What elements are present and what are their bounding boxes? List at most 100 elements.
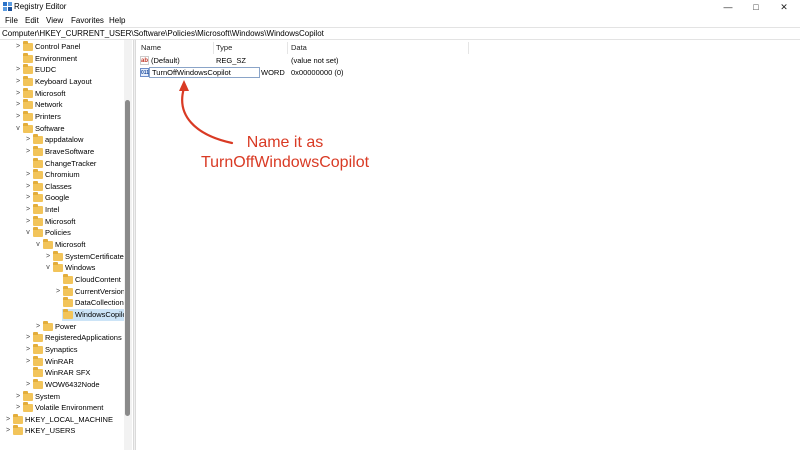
chevron-right-icon[interactable]: >: [14, 402, 22, 414]
tree-node-label[interactable]: ChangeTracker: [45, 158, 96, 170]
chevron-down-icon[interactable]: v: [24, 227, 32, 239]
tree-node[interactable]: > Chromium: [0, 169, 124, 181]
tree-node[interactable]: > Intel: [0, 204, 124, 216]
chevron-right-icon[interactable]: >: [14, 64, 22, 76]
menu-favorites[interactable]: Favorites: [71, 15, 104, 26]
menu-edit[interactable]: Edit: [25, 15, 39, 26]
tree-node-label[interactable]: CurrentVersion: [75, 286, 125, 298]
tree-node-label[interactable]: Intel: [45, 204, 59, 216]
chevron-right-icon[interactable]: >: [24, 146, 32, 158]
chevron-right-icon[interactable]: >: [24, 181, 32, 193]
rename-input-text[interactable]: TurnOffWindowsCopilot: [152, 68, 231, 78]
tree-node-label[interactable]: appdatalow: [45, 134, 83, 146]
close-button[interactable]: ✕: [770, 0, 798, 14]
tree-node-label[interactable]: Volatile Environment: [35, 402, 103, 414]
value-row[interactable]: 011 TurnOffWindowsCopilot WORD 0x0000000…: [137, 67, 537, 79]
chevron-right-icon[interactable]: >: [24, 344, 32, 356]
minimize-button[interactable]: —: [714, 0, 742, 14]
tree-node-label[interactable]: HKEY_USERS: [25, 425, 75, 437]
tree-node-label[interactable]: Keyboard Layout: [35, 76, 92, 88]
chevron-right-icon[interactable]: >: [24, 204, 32, 216]
tree-node[interactable]: CloudContent: [0, 274, 124, 286]
tree-node[interactable]: > Synaptics: [0, 343, 124, 356]
tree-node-label[interactable]: Printers: [35, 111, 61, 123]
chevron-right-icon[interactable]: >: [24, 216, 32, 228]
tree-node-label[interactable]: SystemCertificates: [65, 251, 128, 263]
chevron-right-icon[interactable]: >: [4, 414, 12, 426]
chevron-down-icon[interactable]: v: [34, 239, 42, 251]
menu-file[interactable]: File: [5, 15, 18, 26]
tree-node[interactable]: > Microsoft: [0, 87, 124, 100]
key-tree-pane[interactable]: > Control Panel Environment > EUDC > Keyboard …: [0, 40, 132, 450]
tree-node-label[interactable]: DataCollection: [75, 297, 124, 309]
tree-node[interactable]: Environment: [0, 52, 124, 65]
tree-node[interactable]: > Control Panel: [0, 41, 124, 53]
tree-node-label[interactable]: Synaptics: [45, 344, 78, 356]
address-bar[interactable]: Computer\HKEY_CURRENT_USER\Software\Poli…: [0, 27, 800, 40]
tree-node-label[interactable]: Policies: [45, 227, 71, 239]
tree-node-label[interactable]: WinRAR: [45, 356, 74, 368]
chevron-right-icon[interactable]: >: [24, 356, 32, 368]
tree-node[interactable]: > appdatalow: [0, 134, 124, 146]
tree-node-label[interactable]: System: [35, 391, 60, 403]
chevron-right-icon[interactable]: >: [14, 111, 22, 123]
tree-node-label[interactable]: Network: [35, 99, 63, 111]
column-divider[interactable]: [287, 42, 288, 54]
tree-node[interactable]: > Classes: [0, 180, 124, 193]
tree-node-label[interactable]: HKEY_LOCAL_MACHINE: [25, 414, 113, 426]
tree-node[interactable]: > Keyboard Layout: [0, 75, 124, 88]
chevron-right-icon[interactable]: >: [14, 99, 22, 111]
tree-node-label[interactable]: WinRAR SFX: [45, 367, 90, 379]
chevron-right-icon[interactable]: >: [14, 391, 22, 403]
chevron-right-icon[interactable]: >: [24, 192, 32, 204]
tree-node[interactable]: > Volatile Environment: [0, 402, 124, 414]
tree-node-label[interactable]: Control Panel: [35, 41, 80, 53]
tree-scrollbar-thumb[interactable]: [125, 100, 130, 416]
tree-node[interactable]: > HKEY_LOCAL_MACHINE: [0, 413, 124, 426]
chevron-right-icon[interactable]: >: [4, 425, 12, 437]
tree-node-label[interactable]: Microsoft: [45, 216, 75, 228]
tree-node-label[interactable]: Google: [45, 192, 69, 204]
tree-node-label[interactable]: Windows: [65, 262, 95, 274]
chevron-right-icon[interactable]: >: [14, 88, 22, 100]
tree-node[interactable]: > Printers: [0, 110, 124, 123]
value-row[interactable]: ab (Default) REG_SZ (value not set): [137, 55, 537, 67]
tree-node[interactable]: > Microsoft: [0, 215, 124, 228]
column-header-type[interactable]: Type: [216, 43, 232, 53]
tree-node-label[interactable]: RegisteredApplications: [45, 332, 122, 344]
chevron-right-icon[interactable]: >: [24, 332, 32, 344]
address-path[interactable]: Computer\HKEY_CURRENT_USER\Software\Poli…: [2, 29, 324, 39]
chevron-down-icon[interactable]: v: [14, 123, 22, 135]
chevron-down-icon[interactable]: v: [44, 262, 52, 274]
tree-node[interactable]: v Policies: [0, 227, 124, 239]
tree-node-label[interactable]: EUDC: [35, 64, 56, 76]
tree-node-label[interactable]: Environment: [35, 53, 77, 65]
values-pane[interactable]: Name Type Data ab (Default) REG_SZ (valu…: [137, 40, 800, 450]
column-header-name[interactable]: Name: [141, 43, 161, 53]
column-header-data[interactable]: Data: [291, 43, 307, 53]
tree-node[interactable]: v Software: [0, 122, 124, 135]
chevron-right-icon[interactable]: >: [24, 134, 32, 146]
chevron-right-icon[interactable]: >: [14, 76, 22, 88]
chevron-right-icon[interactable]: >: [44, 251, 52, 263]
tree-node[interactable]: WinRAR SFX: [0, 367, 124, 379]
tree-node[interactable]: v Windows: [0, 262, 124, 274]
column-divider[interactable]: [468, 42, 469, 54]
rename-input[interactable]: TurnOffWindowsCopilot: [149, 67, 260, 78]
tree-node-label[interactable]: CloudContent: [75, 274, 121, 286]
pane-splitter[interactable]: [133, 40, 136, 450]
tree-node-label[interactable]: Microsoft: [55, 239, 85, 251]
value-name[interactable]: (Default): [151, 55, 180, 67]
tree-node[interactable]: DataCollection: [0, 297, 124, 309]
tree-node[interactable]: WindowsCopilot: [0, 308, 130, 321]
menu-help[interactable]: Help: [109, 15, 125, 26]
column-divider[interactable]: [213, 42, 214, 54]
tree-node-label[interactable]: Chromium: [45, 169, 80, 181]
tree-node[interactable]: > Network: [0, 99, 124, 111]
tree-node[interactable]: > BraveSoftware: [0, 145, 124, 158]
tree-node-label[interactable]: Power: [55, 321, 76, 333]
tree-node[interactable]: > Google: [0, 192, 124, 204]
chevron-right-icon[interactable]: >: [24, 379, 32, 391]
maximize-button[interactable]: □: [742, 0, 770, 14]
chevron-right-icon[interactable]: >: [14, 41, 22, 53]
